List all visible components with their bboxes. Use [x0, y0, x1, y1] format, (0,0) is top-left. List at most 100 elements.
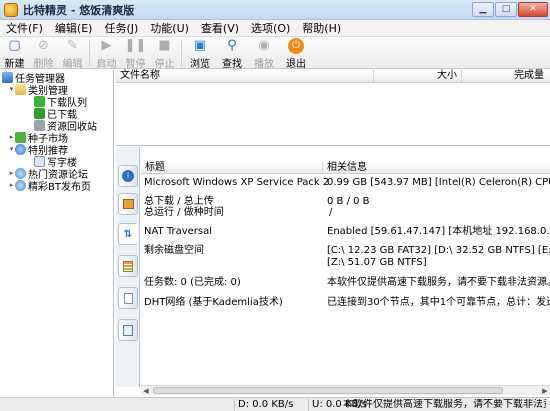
column-info[interactable]: 相关信息 — [323, 162, 367, 173]
delete-button[interactable]: ⊘ 删除 — [29, 37, 58, 70]
detail-row-info: 本软件仅提供高速下载服务，请不要下载非法资源。 — [327, 277, 550, 288]
expand-icon[interactable]: ▸ — [8, 133, 15, 141]
detail-row-info: Enabled [59.61.47.147] [本机地址 192.168.0.2… — [327, 226, 550, 237]
detail-row-info: [C:\ 12.23 GB FAT32] [D:\ 32.52 GB NTFS]… — [327, 245, 550, 256]
detail-row-info: 0 B / 0 B — [327, 196, 370, 207]
toolbar: ▢ 新建 ⊘ 删除 ✎ 编辑 ▶ 启动 ❚❚ 暂停 ■ 停止 ▣ 浏览 ⚲ 查找… — [0, 37, 550, 70]
file-list[interactable]: 文件名称 大小 完成量 — [116, 70, 550, 146]
file-list-header: 文件名称 大小 完成量 — [116, 70, 550, 83]
pause-button[interactable]: ❚❚ 暂停 — [121, 37, 150, 70]
folder-icon — [15, 83, 26, 95]
menu-view[interactable]: 查看(V) — [195, 20, 245, 36]
new-icon: ▢ — [8, 38, 21, 53]
detail-row-title: 剩余磁盘空间 — [144, 245, 204, 256]
edit-button[interactable]: ✎ 编辑 — [58, 37, 87, 70]
edit-label: 编辑 — [62, 59, 83, 70]
connections-icon: ⇅ — [123, 228, 133, 240]
detail-row-info: 已连接到30个节点，其中1个可靠节点，总计：发送 4953 , 接 — [327, 297, 550, 308]
title-bar: 比特精灵 - 悠饭清爽版 ▁ □ ✕ — [0, 0, 550, 20]
column-file-name[interactable]: 文件名称 — [116, 70, 374, 82]
toolbar-separator — [89, 40, 90, 66]
search-button[interactable]: ⚲ 查找 — [216, 37, 248, 70]
detail-panel: 标题 相关信息 Microsoft Windows XP Service Pac… — [141, 147, 550, 387]
package-icon — [122, 199, 134, 209]
task-manager-icon — [2, 71, 13, 83]
detail-row-title: NAT Traversal — [144, 226, 213, 237]
detail-side-tabs: i ⇅ — [116, 147, 140, 387]
tree-item-label: 精彩BT发布页 — [28, 181, 91, 193]
maximize-icon[interactable]: □ — [495, 2, 517, 17]
stop-button[interactable]: ■ 停止 — [150, 37, 179, 70]
tab-files[interactable] — [118, 193, 138, 215]
pause-icon: ❚❚ — [124, 38, 147, 53]
page-icon — [123, 292, 133, 304]
stop-icon: ■ — [158, 38, 171, 53]
status-message: 本软件仅提供高速下载服务，请不要下载非法资源 — [343, 399, 546, 410]
menu-task[interactable]: 任务(J) — [98, 20, 144, 36]
play-label: 播放 — [254, 59, 274, 70]
search-label: 查找 — [222, 59, 242, 70]
category-tree: 任务管理器 ▾ 类别管理 下载队列 已下载 资源回收站 ▸ 种子市场 ▾ 特别推… — [0, 70, 114, 397]
new-button[interactable]: ▢ 新建 — [0, 37, 29, 70]
column-size[interactable]: 大小 — [374, 70, 462, 82]
forum-icon — [15, 167, 26, 179]
scrollbar-thumb[interactable] — [153, 387, 503, 394]
menu-edit[interactable]: 编辑(E) — [49, 20, 99, 36]
tab-pages[interactable] — [118, 287, 138, 309]
browse-button[interactable]: ▣ 浏览 — [184, 37, 216, 70]
download-speed: D: 0.0 KB/s — [234, 399, 304, 411]
detail-row-title: DHT网络 (基于Kademlia技术) — [144, 297, 283, 308]
tab-log[interactable] — [118, 255, 138, 277]
info-icon: i — [122, 170, 134, 182]
scroll-right-icon[interactable]: ▶ — [540, 386, 550, 396]
settings-page-icon — [123, 324, 133, 336]
toolbar-separator — [181, 40, 182, 66]
pause-label: 暂停 — [125, 59, 146, 70]
detail-row-title: 总下载 / 总上传 — [144, 196, 214, 207]
globe-icon — [15, 179, 26, 191]
browse-label: 浏览 — [190, 59, 210, 70]
seed-market-icon — [15, 131, 26, 143]
exit-icon: ⏻ — [288, 38, 304, 54]
exit-button[interactable]: ⏻ 退出 — [280, 37, 312, 70]
column-progress[interactable]: 完成量 — [462, 70, 550, 82]
tab-info[interactable]: i — [118, 165, 138, 187]
expand-icon[interactable]: ▸ — [8, 169, 15, 177]
expand-icon[interactable]: ▸ — [8, 181, 15, 189]
browse-icon: ▣ — [193, 38, 207, 53]
menu-file[interactable]: 文件(F) — [0, 20, 49, 36]
status-bar: D: 0.0 KB/s U: 0.0 KB/s 本软件仅提供高速下载服务，请不要… — [0, 397, 550, 411]
recommend-icon — [15, 143, 26, 155]
start-button[interactable]: ▶ 启动 — [92, 37, 121, 70]
play-icon: ◉ — [258, 38, 270, 53]
start-label: 启动 — [96, 59, 117, 70]
tree-item-bt-publish[interactable]: ▸ 精彩BT发布页 — [8, 179, 91, 193]
menu-bar: 文件(F) 编辑(E) 任务(J) 功能(U) 查看(V) 选项(O) 帮助(H… — [0, 20, 550, 37]
minimize-icon[interactable]: ▁ — [472, 2, 494, 17]
new-label: 新建 — [4, 59, 25, 70]
collapse-icon[interactable]: ▾ — [8, 85, 15, 93]
detail-header: 标题 相关信息 — [141, 162, 550, 174]
delete-icon: ⊘ — [38, 38, 49, 53]
list-icon — [123, 260, 133, 272]
window-controls: ▁ □ ✕ — [472, 2, 548, 17]
stop-label: 停止 — [154, 59, 175, 70]
play-button[interactable]: ◉ 播放 — [248, 37, 280, 70]
column-title[interactable]: 标题 — [141, 162, 323, 173]
collapse-icon[interactable]: ▾ — [8, 145, 15, 153]
detail-row-info: 0.99 GB [543.97 MB] [Intel(R) Celeron(R)… — [327, 177, 550, 188]
edit-icon: ✎ — [67, 38, 78, 53]
detail-row-info: [Z:\ 51.07 GB NTFS] — [327, 257, 427, 268]
scroll-left-icon[interactable]: ◀ — [141, 386, 151, 396]
menu-help[interactable]: 帮助(H) — [296, 20, 347, 36]
tab-connections[interactable]: ⇅ — [118, 223, 138, 245]
downloaded-arrow-icon — [34, 107, 45, 119]
horizontal-scrollbar[interactable]: ◀ ▶ — [141, 385, 550, 395]
menu-options[interactable]: 选项(O) — [245, 20, 296, 36]
detail-row-title: 总运行 / 做种时间 — [144, 207, 224, 218]
detail-row-title: 任务数: 0 (已完成: 0) — [144, 277, 241, 288]
menu-function[interactable]: 功能(U) — [144, 20, 195, 36]
app-logo-icon — [4, 2, 18, 17]
close-icon[interactable]: ✕ — [518, 2, 548, 17]
tab-settings[interactable] — [118, 319, 138, 341]
